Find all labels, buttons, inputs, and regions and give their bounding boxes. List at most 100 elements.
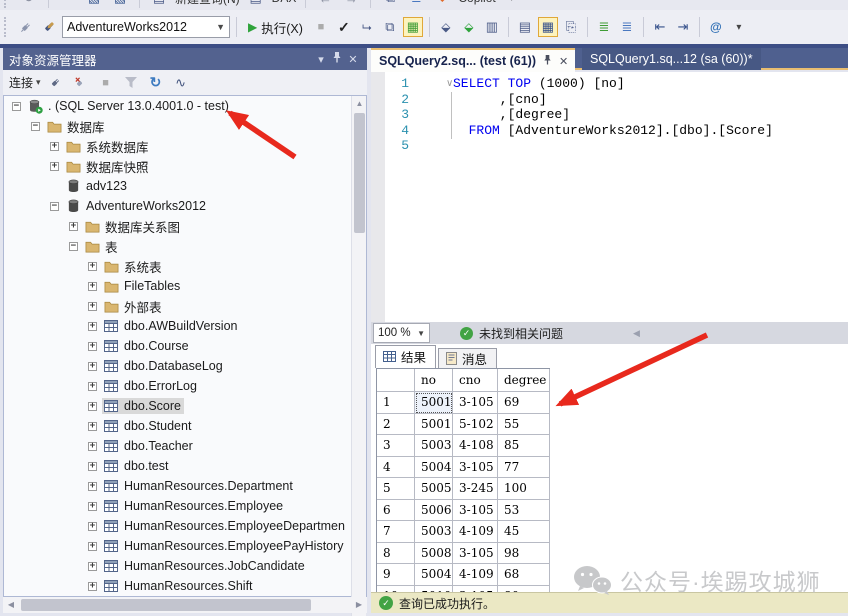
execute-button[interactable]: 执行(X): [243, 15, 308, 39]
results-to-file-icon[interactable]: [561, 17, 581, 37]
tree-item[interactable]: −表: [4, 236, 366, 256]
outline-collapse-icon[interactable]: ∨: [446, 78, 453, 89]
tree-item[interactable]: +系统表: [4, 256, 366, 276]
tree-item[interactable]: +FileTables: [4, 276, 366, 296]
copilot-icon[interactable]: [432, 0, 452, 8]
row-header[interactable]: 6: [377, 500, 415, 522]
tree-item[interactable]: −AdventureWorks2012: [4, 196, 366, 216]
grid-cell[interactable]: 5006: [415, 500, 453, 522]
column-header-cno[interactable]: cno: [453, 369, 498, 392]
tree-item[interactable]: +外部表: [4, 296, 366, 316]
scrollbar-thumb[interactable]: [354, 113, 365, 233]
tree-item[interactable]: +dbo.ErrorLog: [4, 376, 366, 396]
estimated-plan-icon[interactable]: [357, 17, 377, 37]
navigate-forward-icon[interactable]: [341, 0, 361, 8]
collapse-expander-icon[interactable]: −: [31, 122, 40, 131]
save-all-icon[interactable]: [110, 0, 130, 8]
code-line[interactable]: 3 ,[degree]: [371, 107, 848, 123]
grid-cell[interactable]: 77: [498, 457, 550, 479]
grid-cell[interactable]: 5008: [415, 543, 453, 565]
results-to-grid-icon[interactable]: [538, 17, 558, 37]
tree-item[interactable]: −. (SQL Server 13.0.4001.0 - test): [4, 96, 366, 116]
grid-cell[interactable]: 5001: [415, 392, 453, 414]
stop-icon[interactable]: [96, 73, 116, 93]
grid-cell[interactable]: 4-109: [453, 564, 498, 586]
save-icon[interactable]: [84, 0, 104, 8]
expand-expander-icon[interactable]: +: [88, 502, 97, 511]
row-header[interactable]: 4: [377, 457, 415, 479]
tab-results[interactable]: 结果: [375, 345, 436, 368]
scroll-left-icon[interactable]: ◀: [3, 597, 19, 613]
health-indicator[interactable]: ✓ 未找到相关问题: [460, 325, 563, 342]
expand-expander-icon[interactable]: +: [88, 302, 97, 311]
tree-item[interactable]: adv123: [4, 176, 366, 196]
expand-expander-icon[interactable]: +: [88, 282, 97, 291]
expand-expander-icon[interactable]: +: [88, 402, 97, 411]
expand-expander-icon[interactable]: +: [88, 422, 97, 431]
row-header[interactable]: 3: [377, 435, 415, 457]
undo-icon[interactable]: [19, 0, 39, 8]
code-lines[interactable]: 1SELECT TOP (1000) [no]2 ,[cno]3 ,[degre…: [371, 76, 848, 154]
window-icon[interactable]: [380, 0, 400, 8]
expand-expander-icon[interactable]: +: [88, 362, 97, 371]
template-parameters-icon[interactable]: [706, 17, 726, 37]
expand-expander-icon[interactable]: +: [88, 562, 97, 571]
expand-expander-icon[interactable]: +: [88, 542, 97, 551]
grid-cell[interactable]: 69: [498, 392, 550, 414]
new-query-button[interactable]: 新建查询(N): [175, 0, 240, 7]
grid-cell[interactable]: 3-105: [453, 392, 498, 414]
code-line[interactable]: 1SELECT TOP (1000) [no]: [371, 76, 848, 92]
tab-messages[interactable]: 消息: [438, 348, 497, 368]
connect-button[interactable]: 连接 ▾: [9, 74, 41, 91]
grid-cell[interactable]: 5001: [415, 414, 453, 436]
grid-corner-cell[interactable]: [377, 369, 415, 392]
grid-cell[interactable]: 5003: [415, 521, 453, 543]
grid-cell[interactable]: 55: [498, 414, 550, 436]
tree-item[interactable]: +dbo.AWBuildVersion: [4, 316, 366, 336]
new-query-icon[interactable]: [149, 0, 169, 8]
collapse-expander-icon[interactable]: −: [12, 102, 21, 111]
row-header[interactable]: 9: [377, 564, 415, 586]
code-line[interactable]: 4 FROM [AdventureWorks2012].[dbo].[Score…: [371, 123, 848, 139]
collapse-expander-icon[interactable]: −: [69, 242, 78, 251]
expand-expander-icon[interactable]: +: [88, 582, 97, 591]
toolbar-overflow-icon[interactable]: [729, 17, 749, 37]
live-query-stats-icon[interactable]: [459, 17, 479, 37]
grid-cell[interactable]: 4-109: [453, 521, 498, 543]
expand-expander-icon[interactable]: +: [50, 142, 59, 151]
grid-cell[interactable]: 5004: [415, 564, 453, 586]
copilot-button[interactable]: Copilot: [458, 0, 495, 5]
code-line[interactable]: 5: [371, 138, 848, 154]
grid-cell[interactable]: 4-108: [453, 435, 498, 457]
column-header-no[interactable]: no: [415, 369, 453, 392]
connect-editor-icon[interactable]: [16, 17, 36, 37]
open-file-icon[interactable]: [58, 0, 78, 8]
grid-cell[interactable]: 5-102: [453, 414, 498, 436]
grid-cell[interactable]: 5005: [415, 478, 453, 500]
toolbar-overflow-icon[interactable]: [502, 0, 522, 8]
grid-cell[interactable]: 85: [498, 435, 550, 457]
tab-sqlquery1[interactable]: SQLQuery1.sq...12 (sa (60))*: [582, 48, 761, 70]
results-to-text-icon[interactable]: [515, 17, 535, 37]
tree-item[interactable]: +数据库关系图: [4, 216, 366, 236]
feedback-icon[interactable]: [406, 0, 426, 8]
column-header-degree[interactable]: degree: [498, 369, 550, 392]
client-statistics-icon[interactable]: [482, 17, 502, 37]
tree-item[interactable]: +数据库快照: [4, 156, 366, 176]
grid-cell[interactable]: 3-105: [453, 500, 498, 522]
expand-expander-icon[interactable]: +: [88, 382, 97, 391]
actual-plan-icon[interactable]: [436, 17, 456, 37]
tree-item[interactable]: +系统数据库: [4, 136, 366, 156]
sql-code-editor[interactable]: 1SELECT TOP (1000) [no]2 ,[cno]3 ,[degre…: [371, 72, 848, 322]
query-options-icon[interactable]: [380, 17, 400, 37]
tree-item[interactable]: +dbo.Teacher: [4, 436, 366, 456]
code-line[interactable]: 2 ,[cno]: [371, 92, 848, 108]
dax-query-icon[interactable]: [246, 0, 266, 8]
change-connection-icon[interactable]: [39, 17, 59, 37]
uncomment-selection-icon[interactable]: [617, 17, 637, 37]
row-header[interactable]: 1: [377, 392, 415, 414]
scroll-up-icon[interactable]: ▲: [352, 96, 367, 111]
window-position-icon[interactable]: ▾: [313, 53, 329, 66]
expand-expander-icon[interactable]: +: [88, 262, 97, 271]
close-icon[interactable]: ✕: [345, 53, 361, 66]
